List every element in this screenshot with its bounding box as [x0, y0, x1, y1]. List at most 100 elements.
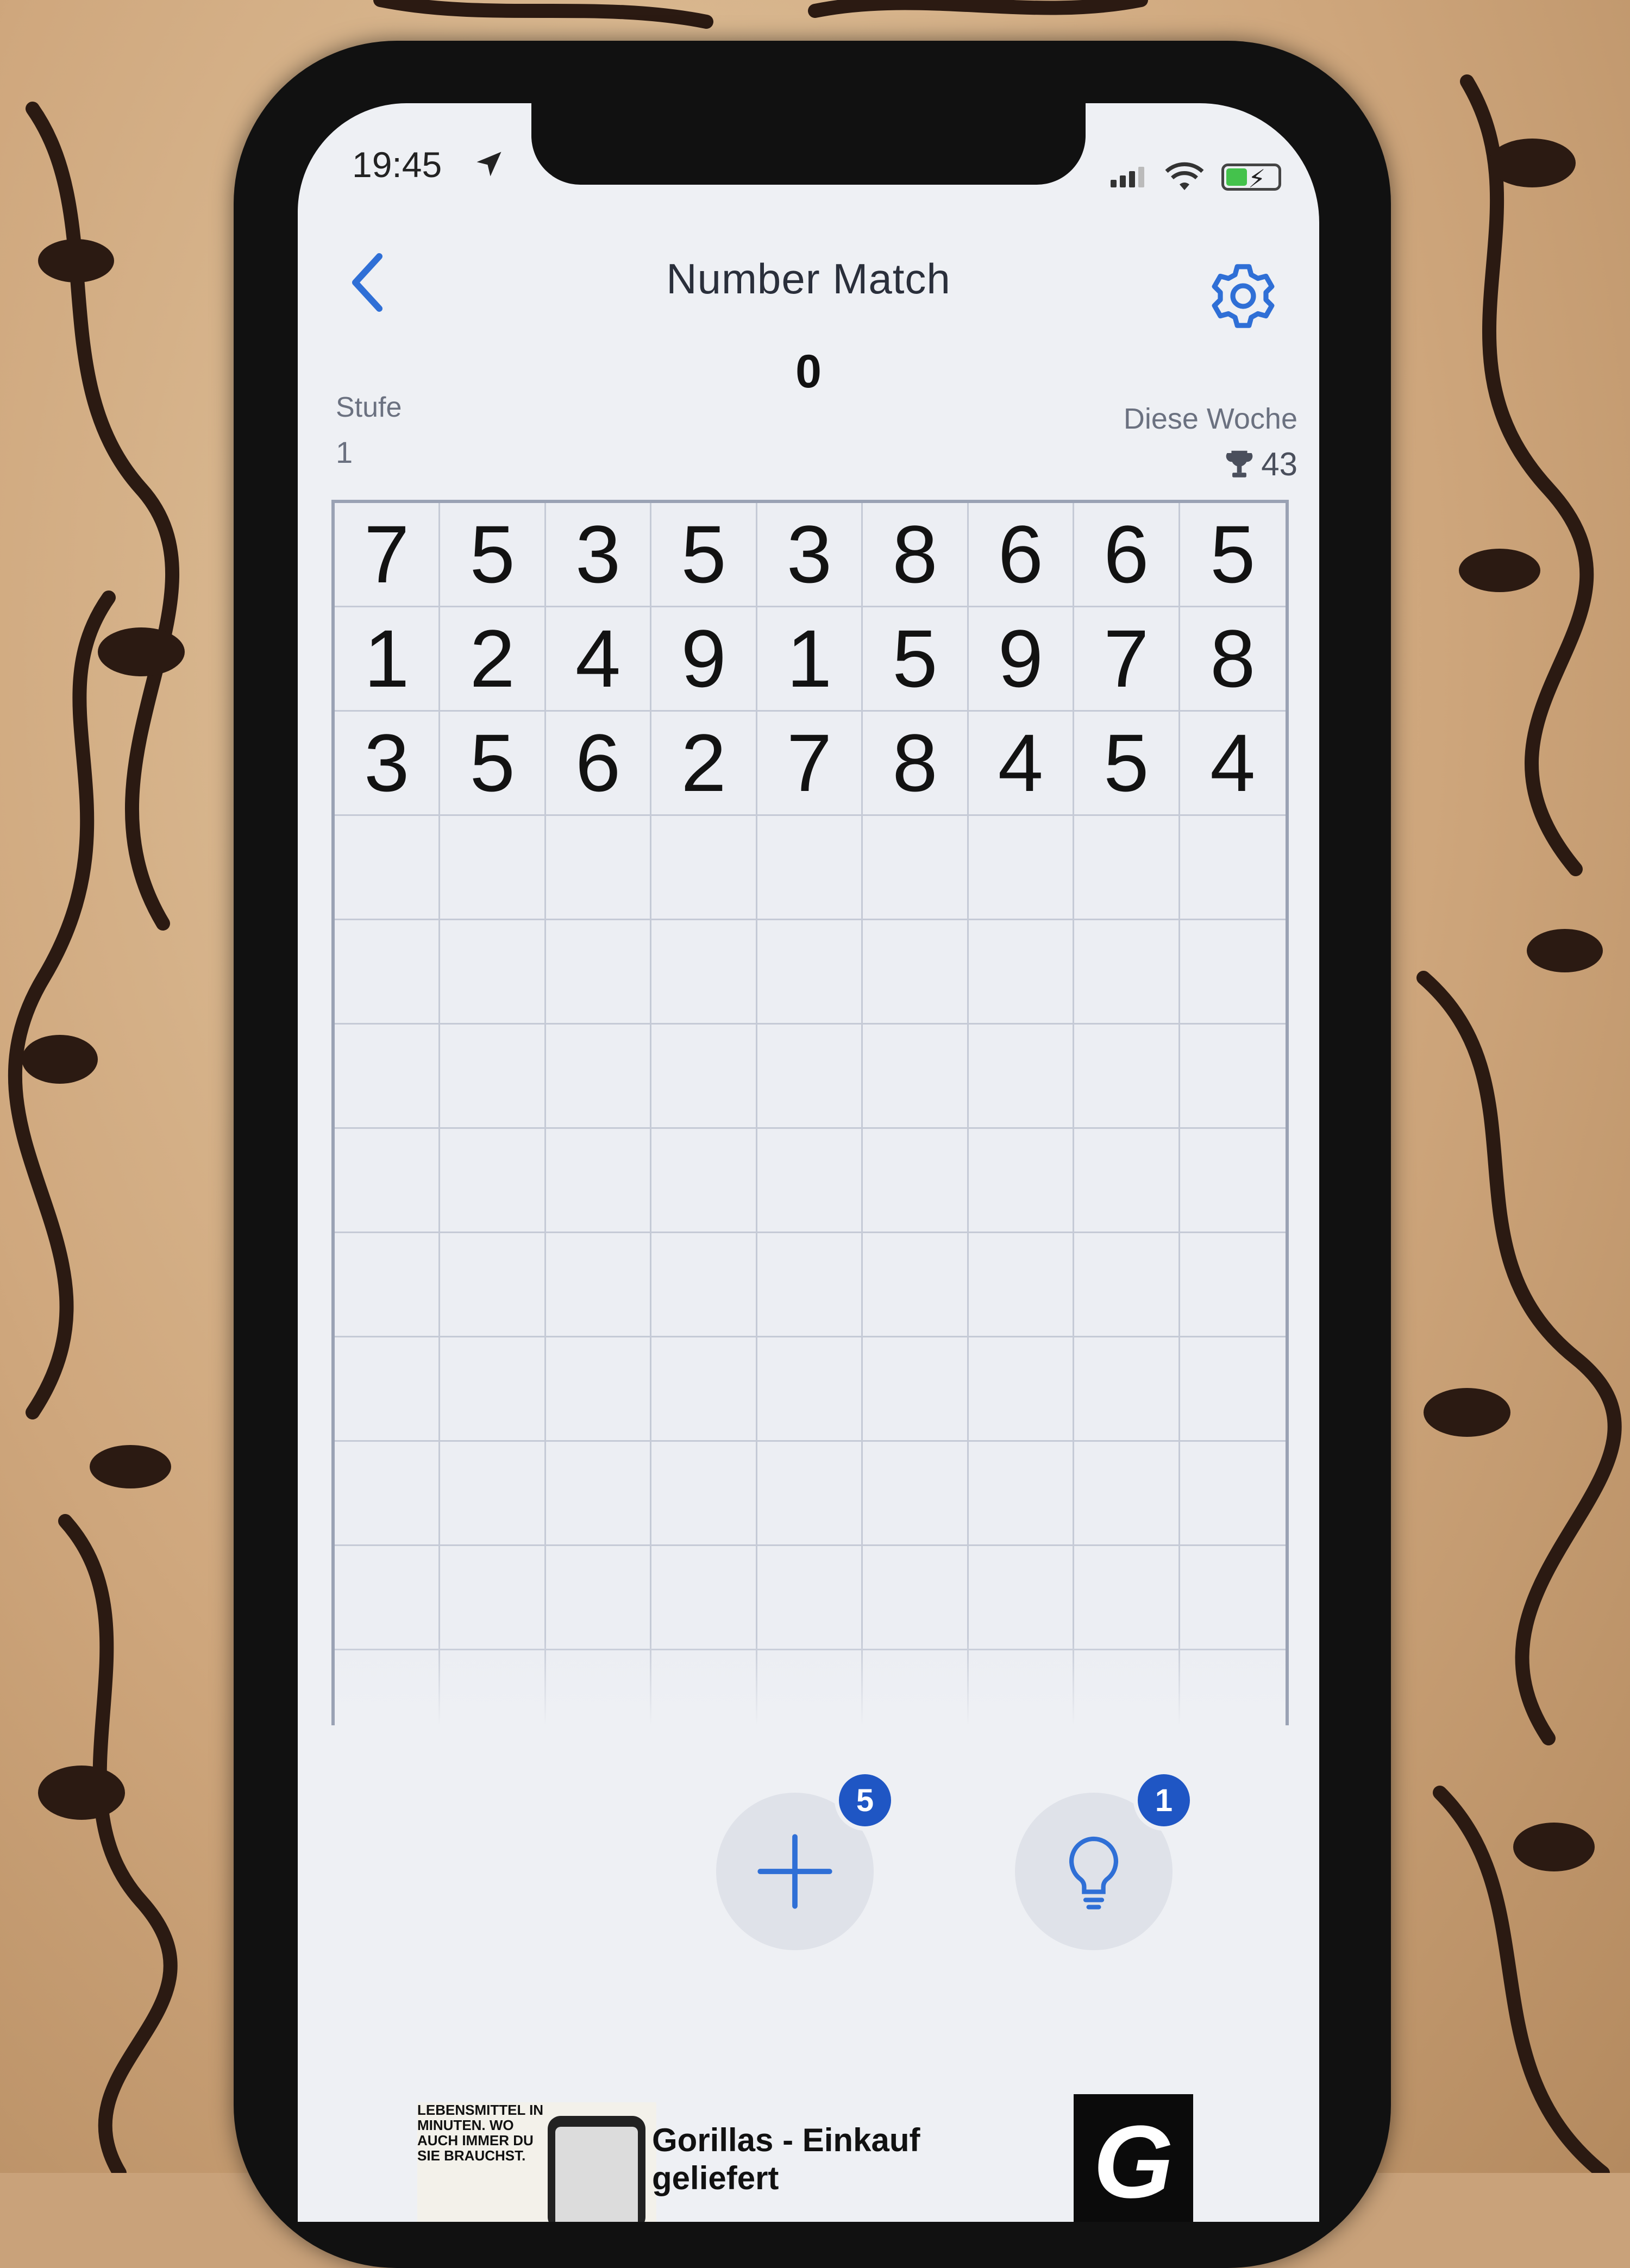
- board-cell[interactable]: [651, 1337, 757, 1442]
- board-cell[interactable]: [1074, 1546, 1180, 1650]
- board-cell[interactable]: 6: [968, 503, 1075, 607]
- board-cell[interactable]: [757, 920, 863, 1025]
- board-cell[interactable]: [1074, 1233, 1180, 1337]
- board-cell[interactable]: 9: [651, 607, 757, 712]
- board-cell[interactable]: [863, 920, 969, 1025]
- board-cell[interactable]: [1180, 1129, 1286, 1233]
- board-cell[interactable]: [335, 1129, 441, 1233]
- board-cell[interactable]: [440, 1129, 546, 1233]
- board-cell[interactable]: 4: [1180, 712, 1286, 816]
- board-cell[interactable]: 4: [968, 712, 1075, 816]
- board-cell[interactable]: 3: [546, 503, 652, 607]
- board-cell[interactable]: [651, 1233, 757, 1337]
- board-cell[interactable]: [546, 1233, 652, 1337]
- board-cell[interactable]: 7: [757, 712, 863, 816]
- board-cell[interactable]: [863, 1337, 969, 1442]
- board-cell[interactable]: [863, 1546, 969, 1650]
- board-cell[interactable]: 5: [863, 607, 969, 712]
- board-cell[interactable]: [546, 816, 652, 920]
- board-cell[interactable]: 1: [335, 607, 441, 712]
- board-cell[interactable]: [335, 1546, 441, 1650]
- board-cell[interactable]: 4: [546, 607, 652, 712]
- board-cell[interactable]: [863, 1233, 969, 1337]
- board-cell[interactable]: [546, 1129, 652, 1233]
- board-cell[interactable]: [440, 1337, 546, 1442]
- board-cell[interactable]: 2: [651, 712, 757, 816]
- board-cell[interactable]: 6: [1074, 503, 1180, 607]
- board-cell[interactable]: 7: [335, 503, 441, 607]
- board-cell[interactable]: [1074, 1129, 1180, 1233]
- board-cell[interactable]: 5: [1180, 503, 1286, 607]
- board-cell[interactable]: 8: [1180, 607, 1286, 712]
- board-cell[interactable]: [863, 816, 969, 920]
- board-cell[interactable]: [757, 1546, 863, 1650]
- board-cell[interactable]: [440, 1233, 546, 1337]
- board-cell[interactable]: [335, 1337, 441, 1442]
- settings-gear-icon[interactable]: [1208, 261, 1278, 331]
- hint-button[interactable]: 1: [1015, 1770, 1194, 1950]
- board-cell[interactable]: [1074, 1025, 1180, 1129]
- board-cell[interactable]: 2: [440, 607, 546, 712]
- board-cell[interactable]: [1180, 920, 1286, 1025]
- board-cell[interactable]: 5: [440, 712, 546, 816]
- board-cell[interactable]: [1074, 920, 1180, 1025]
- board-cell[interactable]: 5: [440, 503, 546, 607]
- board-cell[interactable]: [440, 1025, 546, 1129]
- board-cell[interactable]: [968, 1337, 1075, 1442]
- board-cell[interactable]: [1180, 1546, 1286, 1650]
- board-cell[interactable]: [335, 1025, 441, 1129]
- board-cell[interactable]: [651, 1025, 757, 1129]
- board-cell[interactable]: [1074, 1442, 1180, 1546]
- board-cell[interactable]: [757, 1129, 863, 1233]
- board-cell[interactable]: 1: [757, 607, 863, 712]
- board-cell[interactable]: 9: [968, 607, 1075, 712]
- board-cell[interactable]: 3: [757, 503, 863, 607]
- board-cell[interactable]: [968, 1129, 1075, 1233]
- board-cell[interactable]: [440, 920, 546, 1025]
- ad-banner[interactable]: LEBENSMITTEL IN MINUTEN. WO AUCH IMMER D…: [298, 2070, 1319, 2222]
- board-cell[interactable]: [1180, 1233, 1286, 1337]
- board-cell[interactable]: [1180, 1025, 1286, 1129]
- board-cell[interactable]: [651, 1546, 757, 1650]
- board-cell[interactable]: [651, 1129, 757, 1233]
- board-cell[interactable]: [546, 1442, 652, 1546]
- board-cell[interactable]: [335, 816, 441, 920]
- board-cell[interactable]: 6: [546, 712, 652, 816]
- board-cell[interactable]: [1180, 1337, 1286, 1442]
- board-cell[interactable]: [546, 1025, 652, 1129]
- board-cell[interactable]: [968, 1233, 1075, 1337]
- board-cell[interactable]: [863, 1129, 969, 1233]
- add-numbers-button[interactable]: 5: [716, 1770, 895, 1950]
- board-cell[interactable]: [757, 1442, 863, 1546]
- board-cell[interactable]: [1180, 1442, 1286, 1546]
- board-cell[interactable]: [863, 1025, 969, 1129]
- board-cell[interactable]: [968, 920, 1075, 1025]
- board-cell[interactable]: [968, 1442, 1075, 1546]
- board-cell[interactable]: [863, 1442, 969, 1546]
- board-cell[interactable]: [651, 816, 757, 920]
- board-cell[interactable]: [546, 1546, 652, 1650]
- board-cell[interactable]: [651, 920, 757, 1025]
- board-cell[interactable]: [757, 1025, 863, 1129]
- board-cell[interactable]: 8: [863, 503, 969, 607]
- board-cell[interactable]: [968, 816, 1075, 920]
- board-cell[interactable]: [440, 1442, 546, 1546]
- board-cell[interactable]: [546, 920, 652, 1025]
- board-cell[interactable]: 7: [1074, 607, 1180, 712]
- board-cell[interactable]: [757, 816, 863, 920]
- board-cell[interactable]: [968, 1546, 1075, 1650]
- board-cell[interactable]: [440, 816, 546, 920]
- board-cell[interactable]: 5: [1074, 712, 1180, 816]
- board-cell[interactable]: 3: [335, 712, 441, 816]
- board-cell[interactable]: [335, 1442, 441, 1546]
- board-cell[interactable]: 5: [651, 503, 757, 607]
- board-cell[interactable]: [757, 1233, 863, 1337]
- board-cell[interactable]: [1074, 1337, 1180, 1442]
- board-cell[interactable]: [651, 1442, 757, 1546]
- board-cell[interactable]: 8: [863, 712, 969, 816]
- board-cell[interactable]: [440, 1546, 546, 1650]
- board-cell[interactable]: [1180, 816, 1286, 920]
- board-cell[interactable]: [335, 1233, 441, 1337]
- board-cell[interactable]: [1074, 816, 1180, 920]
- board-cell[interactable]: [757, 1337, 863, 1442]
